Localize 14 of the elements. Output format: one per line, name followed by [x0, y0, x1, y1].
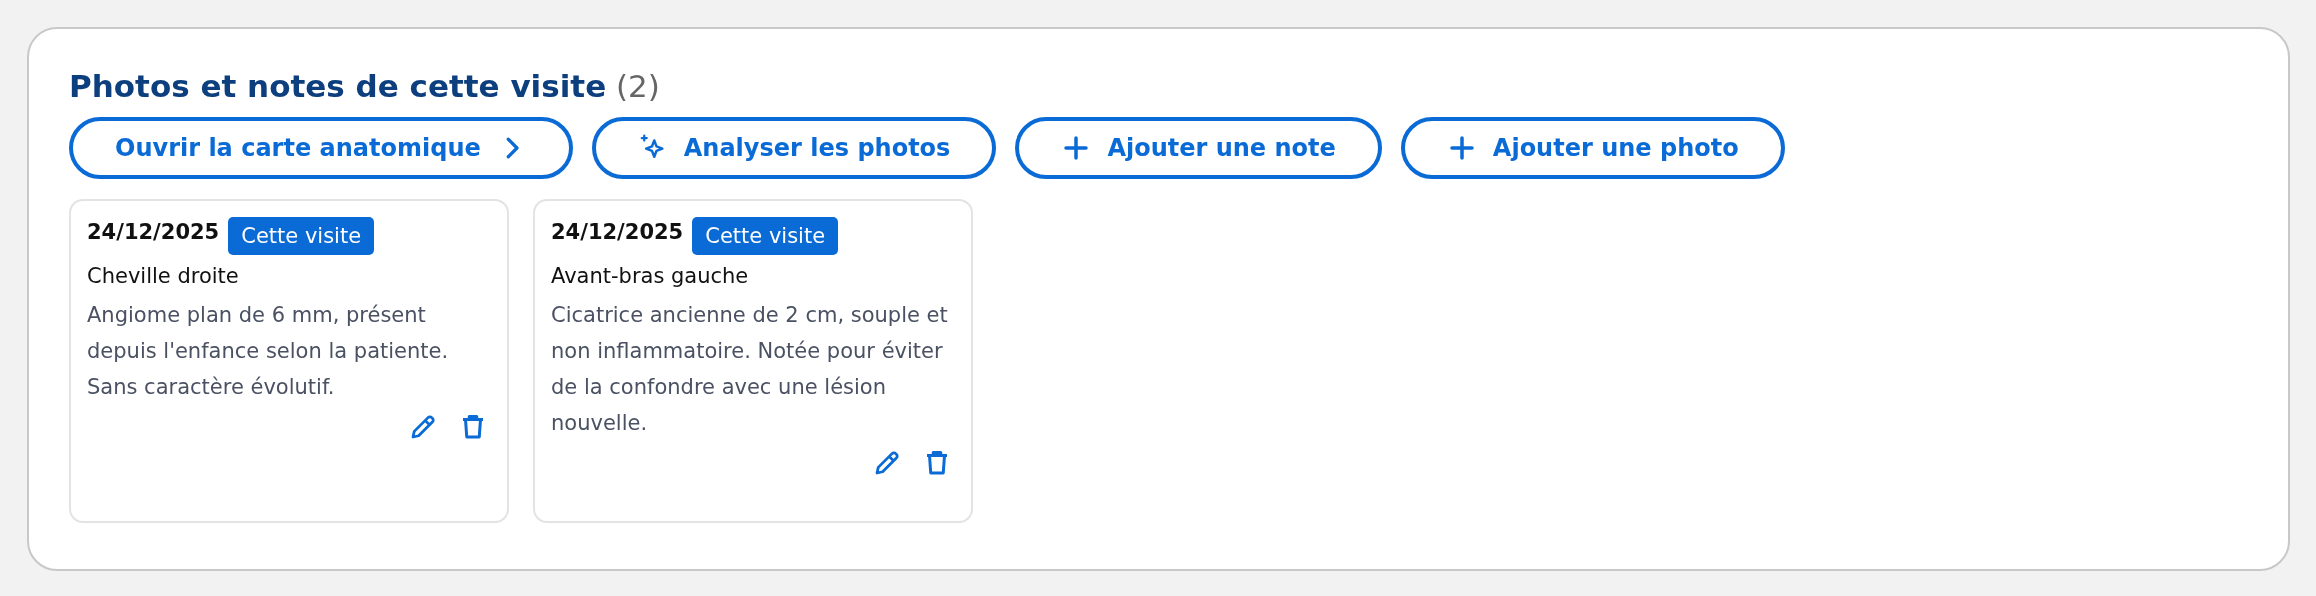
note-location: Avant-bras gauche — [551, 263, 750, 290]
visit-badge: Cette visite — [692, 217, 839, 255]
note-date: 24/12/2025 — [87, 219, 220, 246]
visit-badge: Cette visite — [228, 217, 375, 255]
note-text: Angiome plan de 6 mm, présent depuis l'enfance selon la patiente. Sans caractère évolutif. — [87, 302, 450, 401]
action-button[interactable]: Ajouter une note — [1015, 117, 1382, 179]
section-title: Photos et notes de cette visite — [69, 68, 607, 104]
note-text: Cicatrice ancienne de 2 cm, souple et non inflammatoire. Notée pour éviter de la confondre avec une lésion nouvelle. — [551, 302, 949, 437]
action-button[interactable]: Ouvrir la carte anatomique — [69, 117, 573, 179]
action-button[interactable]: Analyser les photos — [591, 117, 997, 179]
note-location: Cheville droite — [87, 263, 240, 290]
note-date: 24/12/2025 — [551, 219, 684, 246]
action-button[interactable]: Ajouter une photo — [1400, 117, 1785, 179]
item-count: (2) — [615, 68, 660, 104]
